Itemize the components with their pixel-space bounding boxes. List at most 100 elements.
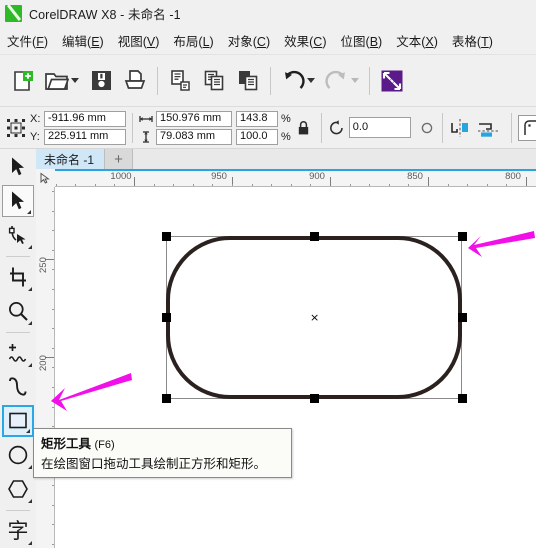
rotation-angle-input[interactable]: 0.0 <box>348 117 411 138</box>
tab-untitled-1[interactable]: 未命名 -1 <box>36 149 106 169</box>
menu-item-mnemonic: (F) <box>32 34 48 49</box>
menu-item-object[interactable]: 对象(C) <box>221 28 277 54</box>
tool-ellipse-flyout-icon[interactable] <box>28 465 32 469</box>
new-document-button[interactable] <box>6 62 40 100</box>
tool-polygon[interactable] <box>2 473 34 505</box>
object-size-fields: 150.976 mm 79.083 mm <box>139 110 232 145</box>
ruler-tick-minor <box>408 184 409 186</box>
object-position-fields: X: -911.96 mm Y: 225.911 mm <box>30 110 126 145</box>
open-document-caret-icon[interactable] <box>71 78 79 83</box>
ruler-tick-minor <box>52 250 54 251</box>
lock-ratio-button[interactable] <box>297 120 310 136</box>
ruler-tick-minor <box>212 184 213 186</box>
property-bar: X: -911.96 mm Y: 225.911 mm 150.976 mm 7… <box>0 107 536 149</box>
selection-handle-n[interactable] <box>310 232 319 241</box>
ruler-tick-minor <box>52 544 54 545</box>
tool-freehand[interactable] <box>2 337 34 369</box>
add-document-tab-button[interactable]: + <box>105 149 134 169</box>
ruler-tick-minor <box>350 184 351 186</box>
mirror-horizontal-button[interactable] <box>449 118 471 138</box>
tool-zoom[interactable] <box>2 295 34 327</box>
toolbox-separator <box>6 510 30 511</box>
tool-polygon-flyout-icon[interactable] <box>28 499 32 503</box>
paste-button[interactable] <box>231 62 265 100</box>
object-origin-selector[interactable] <box>6 118 26 138</box>
object-height-input[interactable]: 79.083 mm <box>156 128 232 145</box>
ruler-tick-minor <box>95 184 96 186</box>
menu-item-bitmap[interactable]: 位图(B) <box>334 28 390 54</box>
property-separator <box>132 112 133 143</box>
tool-rectangle-flyout-icon[interactable] <box>26 429 30 433</box>
ruler-tick-minor <box>52 230 54 231</box>
copy-button[interactable] <box>197 62 231 100</box>
vertical-ruler[interactable]: 250 200 <box>36 187 55 548</box>
tool-crop-flyout-icon[interactable] <box>28 287 32 291</box>
menu-item-table[interactable]: 表格(T) <box>445 28 500 54</box>
selection-handle-se[interactable] <box>458 394 467 403</box>
menu-bar: 文件(F) 编辑(E) 视图(V) 布局(L) 对象(C) 效果(C) 位图(B) 文本(X)… <box>0 27 536 55</box>
import-button[interactable] <box>375 62 409 100</box>
print-button[interactable] <box>118 62 152 100</box>
object-position-grid-icon <box>7 118 25 137</box>
annotation-arrow-toolbox <box>51 373 132 411</box>
rotation-center-circle-icon[interactable] <box>418 119 436 137</box>
scale-horizontal-input[interactable]: 143.8 <box>236 110 278 127</box>
undo-arrow-icon <box>285 70 305 89</box>
menu-item-mnemonic: (C) <box>309 34 327 49</box>
menu-item-file[interactable]: 文件(F) <box>0 28 55 54</box>
tool-freehand-flyout-icon[interactable] <box>28 363 32 367</box>
selection-handle-nw[interactable] <box>162 232 171 241</box>
import-arrows-icon <box>381 70 403 91</box>
open-document-button[interactable] <box>40 62 84 100</box>
tool-pick[interactable] <box>2 185 34 217</box>
object-width-input[interactable]: 150.976 mm <box>156 110 232 127</box>
cut-button[interactable] <box>163 62 197 100</box>
tool-shape[interactable] <box>2 219 34 251</box>
tool-shape-flyout-icon[interactable] <box>28 245 32 249</box>
menu-item-view[interactable]: 视图(V) <box>111 28 167 54</box>
ruler-label: 900 <box>309 171 325 182</box>
save-document-button[interactable] <box>84 62 118 100</box>
rotate-angle-icon <box>329 119 343 134</box>
toolbox-separator <box>6 332 30 333</box>
ruler-origin-button[interactable] <box>36 169 55 187</box>
menu-item-edit[interactable]: 编辑(E) <box>55 28 111 54</box>
position-x-input[interactable]: -911.96 mm <box>44 110 126 127</box>
selection-handle-sw[interactable] <box>162 394 171 403</box>
scale-horizontal-unit: % <box>281 112 291 125</box>
ruler-label: 200 <box>38 355 49 371</box>
menu-item-label: 文本 <box>396 34 422 49</box>
tool-text[interactable]: 字 <box>2 515 34 547</box>
cut-clipboard-icon <box>170 70 190 91</box>
menu-item-effects[interactable]: 效果(C) <box>277 28 333 54</box>
selection-handle-s[interactable] <box>310 394 319 403</box>
drawing-canvas[interactable]: × <box>55 187 536 548</box>
scale-vertical-input[interactable]: 100.0 <box>236 128 278 145</box>
selection-handle-w[interactable] <box>162 313 171 322</box>
tool-crop[interactable] <box>2 261 34 293</box>
horizontal-ruler[interactable]: 1000 950 900 850 800 <box>36 169 536 187</box>
property-separator <box>320 112 322 143</box>
ruler-tick-major <box>428 177 429 186</box>
tooltip-description: 在绘图窗口拖动工具绘制正方形和矩形。 <box>41 457 267 471</box>
height-arrows-icon <box>143 130 149 143</box>
undo-button[interactable] <box>276 62 320 100</box>
menu-item-text[interactable]: 文本(X) <box>389 28 445 54</box>
ruler-tick-major <box>330 177 331 186</box>
freehand-curve-icon <box>8 344 27 362</box>
title-bar: CorelDRAW X8 - 未命名 -1 <box>0 0 536 27</box>
corner-radius-button[interactable] <box>517 114 536 141</box>
tool-zoom-flyout-icon[interactable] <box>28 321 32 325</box>
menu-item-layout[interactable]: 布局(L) <box>166 28 220 54</box>
undo-caret-icon[interactable] <box>307 78 315 83</box>
ruler-tick-minor <box>193 184 194 186</box>
tool-ellipse[interactable] <box>2 439 34 471</box>
tool-pick-flyout-icon[interactable] <box>27 210 31 214</box>
position-y-input[interactable]: 225.911 mm <box>44 128 126 145</box>
ruler-tick-minor <box>52 328 54 329</box>
selection-handle-e[interactable] <box>458 313 467 322</box>
tool-text-flyout-icon[interactable] <box>28 541 32 545</box>
ruler-tick-minor <box>310 184 311 186</box>
mirror-vertical-button[interactable] <box>477 118 499 138</box>
ruler-tick-minor <box>75 184 76 186</box>
